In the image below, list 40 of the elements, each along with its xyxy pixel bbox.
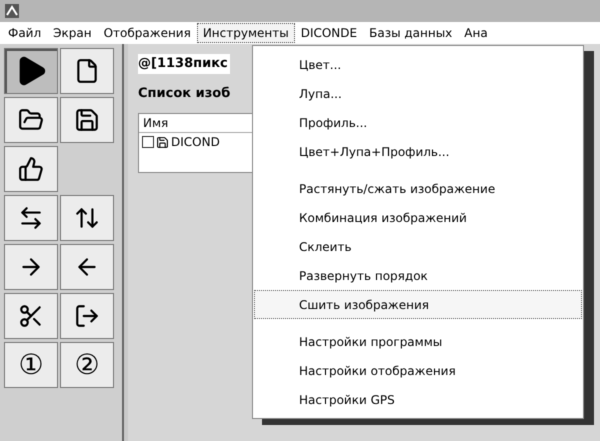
dropdown-item[interactable]: Лупа...	[254, 79, 582, 108]
toolbar-button[interactable]	[60, 97, 114, 143]
menu-item[interactable]: DICONDE	[294, 23, 364, 43]
dropdown-item[interactable]: Склеить	[254, 232, 582, 261]
toolbar-button[interactable]	[4, 48, 58, 94]
toolbar-button[interactable]	[60, 293, 114, 339]
dropdown-item[interactable]: Настройки GPS	[254, 385, 582, 414]
checkbox[interactable]	[142, 136, 154, 148]
toolbar-button[interactable]	[4, 293, 58, 339]
dropdown-item[interactable]: Растянуть/сжать изображение	[254, 174, 582, 203]
list-title: Список изоб	[138, 84, 230, 102]
menu-item[interactable]: Отображения	[98, 23, 197, 43]
menu-item[interactable]: Ана	[458, 23, 494, 43]
vertical-arrows-icon	[74, 205, 100, 231]
dropdown-item[interactable]: Комбинация изображений	[254, 203, 582, 232]
app-icon	[4, 3, 20, 19]
toolbar-button[interactable]	[4, 244, 58, 290]
dropdown-item[interactable]: Цвет...	[254, 50, 582, 79]
toolbar-button[interactable]	[4, 195, 58, 241]
dropdown-item[interactable]: Цвет+Лупа+Профиль...	[254, 137, 582, 166]
toolbar-button[interactable]	[60, 244, 114, 290]
menu-item[interactable]: Базы данных	[363, 23, 458, 43]
dropdown-item[interactable]: Сшить изображения	[254, 290, 582, 319]
toolbar-button[interactable]	[4, 97, 58, 143]
dropdown-item[interactable]: Настройки программы	[254, 327, 582, 356]
toolbar-button[interactable]	[4, 146, 58, 192]
menu-item[interactable]: Файл	[2, 23, 48, 43]
image-size-label: @[1138пикс	[138, 54, 230, 74]
dropdown-item[interactable]: Развернуть порядок	[254, 261, 582, 290]
export-icon	[74, 303, 100, 329]
list-item[interactable]: DICOND	[171, 133, 220, 151]
menu-item[interactable]: Инструменты	[196, 23, 295, 43]
toolbar-button[interactable]: ②	[60, 342, 114, 388]
toolbar-button[interactable]	[60, 48, 114, 94]
dropdown-item[interactable]: Настройки отображения	[254, 356, 582, 385]
scissors-icon	[18, 303, 44, 329]
toolbar-button[interactable]: ①	[4, 342, 58, 388]
thumbs-up-icon	[18, 156, 44, 182]
toolbar-button[interactable]	[60, 195, 114, 241]
menu-item[interactable]: Экран	[47, 23, 98, 43]
